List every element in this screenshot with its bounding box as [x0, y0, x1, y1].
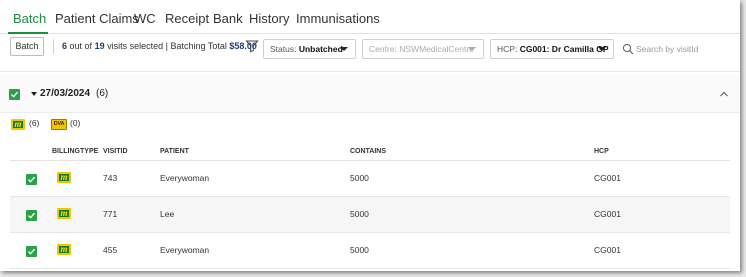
medicare-logo-text: m	[14, 119, 22, 129]
table-row[interactable]: m 771 Lee 5000 CG001	[10, 197, 730, 233]
status-value: Unbatched	[298, 44, 343, 54]
centre-value: NSWMedicalCentre	[399, 44, 474, 54]
group-checkbox[interactable]	[9, 89, 20, 100]
total-visits-count: 19	[94, 41, 105, 51]
scrolled-content-edge	[0, 64, 740, 72]
cell-hcp: CG001	[594, 209, 621, 219]
toolbar-divider	[53, 39, 54, 54]
hcp-value: CG001: Dr Camilla GP	[519, 44, 609, 54]
column-header-contains[interactable]: CONTAINS	[350, 148, 386, 155]
tab-history[interactable]: History	[249, 11, 289, 26]
cell-contains: 5000	[350, 245, 369, 255]
status-dropdown[interactable]: Status: Unbatched	[263, 39, 356, 59]
medicare-logo: m	[11, 119, 25, 130]
cell-contains: 5000	[350, 209, 369, 219]
visits-selected-text: visits selected | Batching Total	[107, 41, 227, 51]
medicare-logo-text: m	[60, 244, 68, 254]
group-count: (6)	[96, 88, 109, 99]
column-header-hcp[interactable]: HCP	[594, 148, 609, 155]
cell-patient: Everywoman	[160, 173, 210, 183]
date-group-header[interactable]: 27/03/2024 (6)	[0, 75, 740, 113]
row-checkbox[interactable]	[26, 174, 37, 185]
cell-hcp: CG001	[594, 245, 621, 255]
hcp-label: HCP:	[497, 44, 518, 54]
search-input[interactable]	[636, 41, 736, 57]
selected-count: 6	[62, 41, 68, 51]
tab-wc[interactable]: WC	[134, 11, 156, 26]
table-row[interactable]: m 455 Everywoman 5000 CG001	[10, 233, 730, 269]
column-header-billingtype[interactable]: BILLINGTYPE	[52, 148, 98, 155]
medicare-billing-icon: m	[57, 208, 71, 219]
check-icon	[28, 212, 36, 219]
chevron-down-icon	[468, 47, 476, 51]
chevron-up-icon[interactable]	[719, 90, 729, 98]
group-date: 27/03/2024	[40, 88, 91, 99]
medicare-count: (6)	[29, 118, 40, 128]
tab-receipt[interactable]: Receipt	[165, 11, 209, 26]
row-checkbox[interactable]	[26, 246, 37, 257]
status-label: Status:	[270, 44, 297, 54]
centre-label: Centre:	[369, 44, 397, 54]
batch-button[interactable]: Batch	[10, 37, 44, 56]
check-icon	[28, 176, 36, 183]
check-icon	[11, 91, 19, 98]
chevron-down-icon	[340, 47, 348, 51]
cell-visitid: 743	[103, 173, 118, 183]
tab-bank[interactable]: Bank	[213, 11, 243, 26]
cell-visitid: 771	[103, 209, 118, 219]
column-header-visitid[interactable]: VISITID	[103, 148, 128, 155]
tab-batch[interactable]: Batch	[13, 11, 46, 26]
tab-immunisations[interactable]: Immunisations	[296, 11, 380, 26]
search-icon	[622, 43, 634, 55]
cell-hcp: CG001	[594, 173, 621, 183]
out-of-text: out of	[69, 41, 93, 51]
batch-toolbar: Batch 6 out of 19 visits selected | Batc…	[0, 37, 740, 61]
dva-count: (0)	[70, 118, 81, 128]
caret-down-icon[interactable]	[31, 92, 37, 96]
app-window: Batch Patient Claims WC Receipt Bank His…	[0, 0, 740, 271]
medicare-logo-text: m	[60, 172, 68, 182]
search-box	[618, 39, 738, 59]
hcp-dropdown[interactable]: HCP: CG001: Dr Camilla GP	[490, 39, 614, 59]
medicare-logo-text: m	[60, 208, 68, 218]
cell-patient: Lee	[160, 209, 175, 219]
medicare-billing-icon: m	[57, 244, 71, 255]
table-row[interactable]: m 743 Everywoman 5000 CG001	[10, 161, 730, 197]
selection-summary: 6 out of 19 visits selected | Batching T…	[62, 41, 257, 51]
chevron-down-icon	[598, 47, 606, 51]
filter-icon[interactable]	[245, 39, 259, 53]
dva-logo: DVA	[51, 119, 67, 130]
cell-contains: 5000	[350, 173, 369, 183]
cell-visitid: 455	[103, 245, 118, 255]
cell-patient: Everywoman	[160, 245, 210, 255]
check-icon	[28, 248, 36, 255]
row-checkbox[interactable]	[26, 210, 37, 221]
tab-patient-claims[interactable]: Patient Claims	[55, 11, 139, 26]
centre-dropdown: Centre: NSWMedicalCentre	[362, 39, 484, 59]
medicare-billing-icon: m	[57, 172, 71, 183]
table-header: BILLINGTYPE VISITID PATIENT CONTAINS HCP	[10, 143, 730, 161]
column-header-patient[interactable]: PATIENT	[160, 148, 189, 155]
tab-bar: Batch Patient Claims WC Receipt Bank His…	[0, 0, 740, 34]
active-tab-indicator	[8, 32, 48, 34]
